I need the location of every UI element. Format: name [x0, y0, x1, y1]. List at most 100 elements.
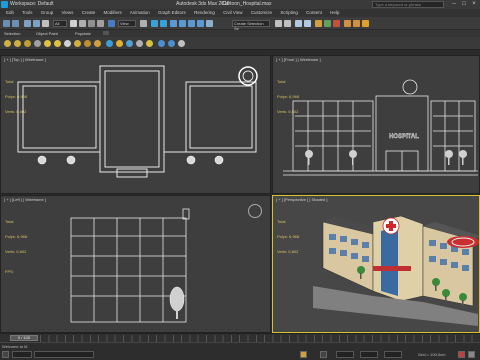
ribbon-tab-populate[interactable]: Populate: [75, 30, 91, 37]
percent-snap-icon[interactable]: [188, 20, 195, 27]
pivot-center-icon[interactable]: [140, 20, 147, 27]
populate-bake-icon[interactable]: [94, 40, 101, 47]
x-coordinate-field[interactable]: [336, 351, 354, 358]
maxscript-listener-icon[interactable]: [2, 351, 9, 358]
populate-delete-icon[interactable]: [158, 40, 165, 47]
set-key-icon[interactable]: [468, 351, 475, 358]
selection-region-icon[interactable]: [88, 20, 95, 27]
time-slider-bar: 0 / 100: [0, 333, 480, 342]
menu-views[interactable]: Views: [62, 10, 74, 15]
populate-define-flows-icon[interactable]: [4, 40, 11, 47]
angle-snap-icon[interactable]: [179, 20, 186, 27]
menu-create[interactable]: Create: [82, 10, 96, 15]
link-icon[interactable]: [24, 20, 31, 27]
layer-explorer-icon[interactable]: [295, 20, 302, 27]
menu-help[interactable]: Help: [330, 10, 339, 15]
select-by-name-icon[interactable]: [79, 20, 86, 27]
viewport-top[interactable]: [ + ] [Top ] [ Wireframe ] Total Polys: …: [0, 55, 271, 194]
spinner-snap-icon[interactable]: [197, 20, 204, 27]
populate-create-idle-icon[interactable]: [34, 40, 41, 47]
keyboard-shortcut-icon[interactable]: [160, 20, 167, 27]
ribbon-tab-selection[interactable]: Selection: [4, 30, 20, 37]
menu-customize[interactable]: Customize: [251, 10, 272, 15]
rendered-frame-window-icon[interactable]: [353, 20, 360, 27]
menu-rendering[interactable]: Rendering: [194, 10, 215, 15]
ribbon-tab-object-paint[interactable]: Object Paint: [36, 30, 58, 37]
close-button[interactable]: ×: [469, 1, 479, 8]
populate-people-icon[interactable]: [84, 40, 91, 47]
populate-create-flow-icon[interactable]: [14, 40, 21, 47]
grid-size-label: Grid = 100,0cm: [418, 352, 446, 357]
hospital-sign-text: HOSPITAL: [389, 134, 419, 140]
material-editor-icon[interactable]: [333, 20, 340, 27]
schematic-view-icon[interactable]: [324, 20, 331, 27]
redo-icon[interactable]: [12, 20, 19, 27]
lock-selection-icon[interactable]: [300, 351, 307, 358]
workspace-selector[interactable]: Workspace: Default: [10, 0, 54, 9]
left-view-wireframe: [70, 208, 190, 323]
curve-editor-icon[interactable]: [315, 20, 322, 27]
populate-settings-icon[interactable]: [178, 40, 185, 47]
app-logo-icon[interactable]: [1, 1, 8, 8]
mirror-icon[interactable]: [275, 20, 282, 27]
search-input[interactable]: Type a keyword or phrase: [372, 1, 444, 8]
toggle-ribbon-icon[interactable]: [304, 20, 311, 27]
populate-edit-icon[interactable]: [64, 40, 71, 47]
edit-named-selection-icon[interactable]: [206, 20, 213, 27]
select-manipulate-icon[interactable]: [151, 20, 158, 27]
title-bar: Workspace: Default Autodesk 3ds Max 2016…: [0, 0, 480, 9]
populate-appearance-icon[interactable]: [136, 40, 143, 47]
populate-options-icon[interactable]: [146, 40, 153, 47]
window-crossing-icon[interactable]: [97, 20, 104, 27]
top-view-wireframe: [17, 65, 258, 178]
bind-space-warp-icon[interactable]: [42, 20, 49, 27]
populate-simulate-icon[interactable]: [44, 40, 51, 47]
menu-modifiers[interactable]: Modifiers: [103, 10, 121, 15]
reference-coordinate-dropdown[interactable]: View: [118, 20, 136, 27]
menu-graph-editors[interactable]: Graph Editors: [158, 10, 186, 15]
hospital-3d-model: [313, 215, 479, 326]
snaps-toggle-icon[interactable]: [170, 20, 177, 27]
render-production-icon[interactable]: [362, 20, 369, 27]
populate-idle-area-icon[interactable]: [24, 40, 31, 47]
z-coordinate-field[interactable]: [384, 351, 402, 358]
y-coordinate-field[interactable]: [360, 351, 378, 358]
render-setup-icon[interactable]: [344, 20, 351, 27]
main-toolbar: All View Create Selection Se: [0, 17, 480, 31]
viewport-left[interactable]: [ + ] [Left ] [ Wireframe ] Total Polys:…: [0, 195, 271, 333]
absolute-mode-icon[interactable]: [320, 351, 327, 358]
ribbon-toggle-icon[interactable]: [103, 31, 109, 35]
selection-filter-dropdown[interactable]: All: [53, 20, 67, 27]
menu-group[interactable]: Group: [41, 10, 54, 15]
ribbon: Selection Object Paint Populate: [0, 30, 480, 37]
menu-edit[interactable]: Edit: [6, 10, 14, 15]
menu-content[interactable]: Content: [306, 10, 322, 15]
viewport-perspective[interactable]: [ + ] [Perspective ] [ Shaded ] Total Po…: [272, 195, 480, 333]
minimize-button[interactable]: –: [449, 1, 459, 8]
populate-seats-icon[interactable]: [74, 40, 81, 47]
maximize-button[interactable]: □: [459, 1, 469, 8]
populate-light-icon[interactable]: [106, 40, 113, 47]
menu-animation[interactable]: Animation: [130, 10, 150, 15]
time-slider[interactable]: 0 / 100: [10, 335, 38, 341]
select-move-icon[interactable]: [108, 20, 115, 27]
unlink-icon[interactable]: [33, 20, 40, 27]
viewport-front[interactable]: [ + ] [Front ] [ Wireframe ] Total Polys…: [272, 55, 480, 194]
auto-key-icon[interactable]: [458, 351, 465, 358]
undo-icon[interactable]: [3, 20, 10, 27]
populate-display-icon[interactable]: [54, 40, 61, 47]
menu-scripting[interactable]: Scripting: [280, 10, 298, 15]
populate-gender-icon[interactable]: [126, 40, 133, 47]
populate-run-icon[interactable]: [116, 40, 123, 47]
named-selection-set-input[interactable]: Create Selection Se: [232, 20, 270, 31]
menu-civil-view[interactable]: Civil View: [223, 10, 242, 15]
timeline-track[interactable]: [40, 335, 478, 342]
populate-regenerate-icon[interactable]: [168, 40, 175, 47]
prompt-line: [34, 351, 94, 358]
front-view-wireframe: HOSPITAL: [283, 79, 478, 176]
welcome-text: Welcome to M: [2, 344, 28, 349]
align-icon[interactable]: [284, 20, 291, 27]
maxscript-mini-listener[interactable]: [12, 351, 32, 358]
select-object-icon[interactable]: [70, 20, 77, 27]
menu-tools[interactable]: Tools: [22, 10, 33, 15]
